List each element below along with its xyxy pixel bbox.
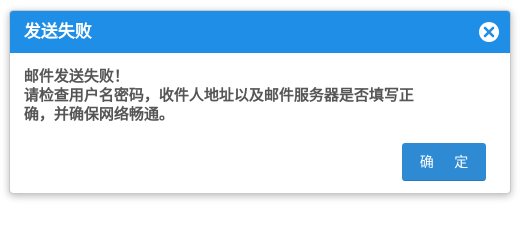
close-icon[interactable]	[478, 21, 500, 43]
dialog-titlebar: 发送失败	[10, 11, 510, 53]
message-line: 请检查用户名密码，收件人地址以及邮件服务器是否填写正	[24, 86, 415, 104]
dialog-message: 邮件发送失败！ 请检查用户名密码，收件人地址以及邮件服务器是否填写正 确，并确保…	[24, 67, 496, 124]
dialog-title: 发送失败	[24, 22, 92, 42]
message-line: 邮件发送失败！	[24, 67, 130, 85]
error-dialog: 发送失败 邮件发送失败！ 请检查用户名密码，收件人地址以及邮件服务器是否填写正 …	[9, 10, 511, 194]
message-line: 确，并确保网络畅通。	[24, 105, 175, 123]
ok-button[interactable]: 确 定	[402, 143, 486, 181]
